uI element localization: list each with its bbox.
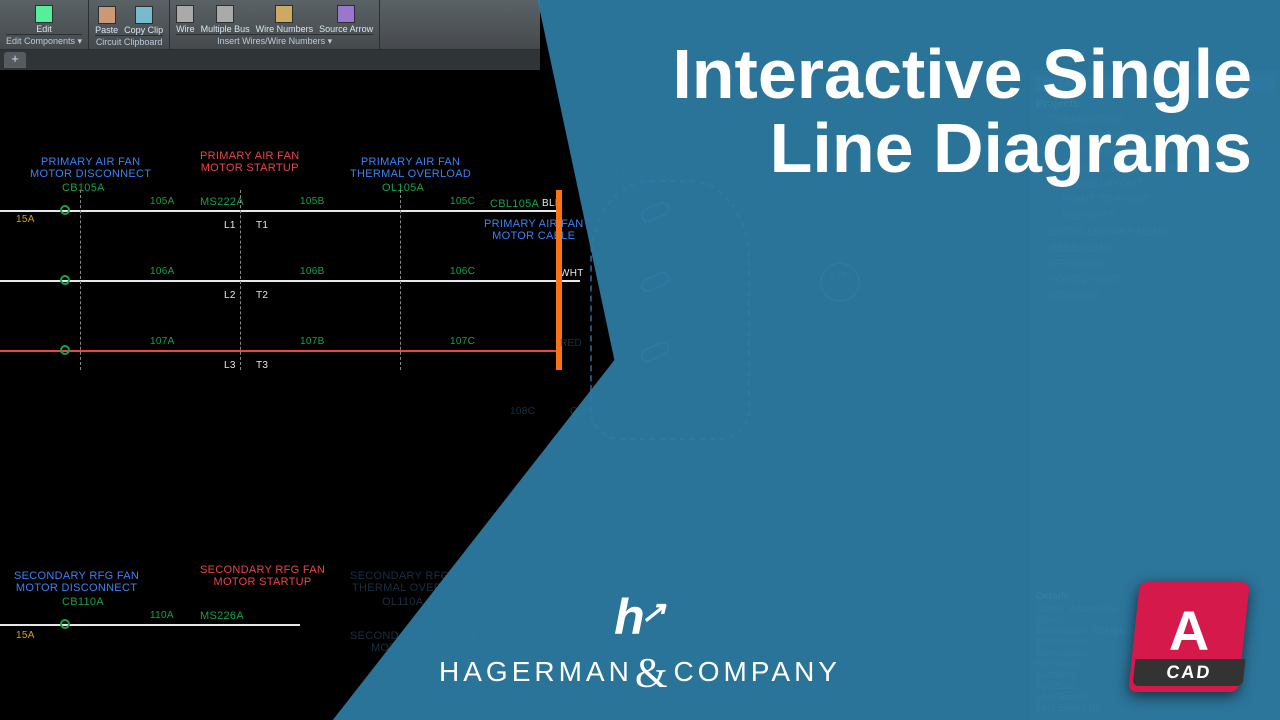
ribbon-panel-insert-wires: Wire Multiple Bus Wire Numbers Source Ar…	[170, 0, 380, 49]
copy-clip-tool[interactable]: Copy Clip	[124, 6, 163, 35]
wire-110	[0, 624, 300, 626]
id-cb110a: CB110A	[62, 596, 104, 608]
wire-105c: 105C	[450, 196, 475, 207]
wire-107a: 107A	[150, 336, 175, 347]
wire-110a: 110A	[150, 610, 174, 621]
title-line-2: Line Diagrams	[672, 112, 1252, 186]
id-ol110a: OL110A	[382, 596, 423, 608]
autocad-a: A	[1134, 598, 1244, 663]
wire-106b: 106B	[300, 266, 325, 277]
tab-strip: +	[0, 50, 540, 70]
ribbon-panel-edit-components: Edit Edit Components ▾	[0, 0, 89, 49]
leg-l3: L3	[224, 360, 236, 371]
id-ms222a: MS222A	[200, 196, 244, 208]
dashed-connector	[240, 190, 241, 370]
edit-tool[interactable]: Edit	[35, 5, 53, 34]
panel-label[interactable]: Edit Components ▾	[6, 34, 82, 47]
header-motor-disconnect: PRIMARY AIR FAN MOTOR DISCONNECT	[30, 156, 151, 180]
terminal	[60, 275, 70, 285]
id-ms226a: MS226A	[200, 610, 244, 622]
promo-title: Interactive Single Line Diagrams	[672, 38, 1252, 185]
header-sec-startup: SECONDARY RFG FAN MOTOR STARTUP	[200, 564, 325, 588]
leg-t1: T1	[256, 220, 268, 231]
id-cb105a: CB105A	[62, 182, 105, 194]
wire-color-wht: WHT	[560, 268, 584, 279]
amp-rating-2: 15A	[16, 630, 35, 641]
panel-label[interactable]: Circuit Clipboard	[95, 35, 163, 47]
ribbon-panel-circuit-clipboard: Paste Copy Clip Circuit Clipboard	[89, 0, 170, 49]
wire-106	[0, 280, 580, 282]
brand-block: h↗ HAGERMAN&COMPANY	[439, 592, 841, 698]
leg-l1: L1	[224, 220, 236, 231]
wire-tool[interactable]: Wire	[176, 5, 195, 34]
dashed-connector	[400, 190, 401, 370]
ribbon-toolbar: Edit Edit Components ▾ Paste Copy Clip C…	[0, 0, 540, 50]
autocad-badge: A CAD	[1134, 582, 1244, 692]
hagerman-logo-icon: h↗	[439, 592, 841, 642]
autocad-cad: CAD	[1133, 659, 1246, 686]
new-tab-button[interactable]: +	[4, 52, 26, 68]
header-motor-cable: PRIMARY AIR FAN MOTOR CABLE	[484, 218, 583, 242]
wire-105	[0, 210, 560, 212]
leg-l2: L2	[224, 290, 236, 301]
leg-t3: T3	[256, 360, 268, 371]
panel-label[interactable]: Insert Wires/Wire Numbers ▾	[176, 34, 373, 47]
wire-105b: 105B	[300, 196, 325, 207]
source-arrow-tool[interactable]: Source Arrow	[319, 5, 373, 34]
title-line-1: Interactive Single	[672, 38, 1252, 112]
header-thermal-overload: PRIMARY AIR FAN THERMAL OVERLOAD	[350, 156, 471, 180]
ampersand-icon: &	[633, 651, 674, 697]
amp-rating: 15A	[16, 214, 35, 225]
multiple-bus-tool[interactable]: Multiple Bus	[201, 5, 250, 34]
brand-name: HAGERMAN&COMPANY	[439, 650, 841, 698]
wire-107	[0, 350, 560, 352]
id-ol105a: OL105A	[382, 182, 424, 194]
terminal	[60, 345, 70, 355]
wire-color-red: RED	[560, 338, 582, 349]
header-sec-disconnect: SECONDARY RFG FAN MOTOR DISCONNECT	[14, 570, 139, 594]
wire-105a: 105A	[150, 196, 175, 207]
header-motor-startup: PRIMARY AIR FAN MOTOR STARTUP	[200, 150, 299, 174]
wire-107c: 107C	[450, 336, 475, 347]
terminal	[60, 205, 70, 215]
wire-106c: 106C	[450, 266, 475, 277]
wire-108c: 108C	[510, 406, 535, 417]
leg-t2: T2	[256, 290, 268, 301]
wire-107b: 107B	[300, 336, 325, 347]
wire-106a: 106A	[150, 266, 175, 277]
id-cbl105a: CBL105A	[490, 198, 539, 210]
terminal	[60, 619, 70, 629]
wire-numbers-tool[interactable]: Wire Numbers	[256, 5, 314, 34]
dashed-connector	[80, 190, 81, 370]
paste-tool[interactable]: Paste	[95, 6, 118, 35]
